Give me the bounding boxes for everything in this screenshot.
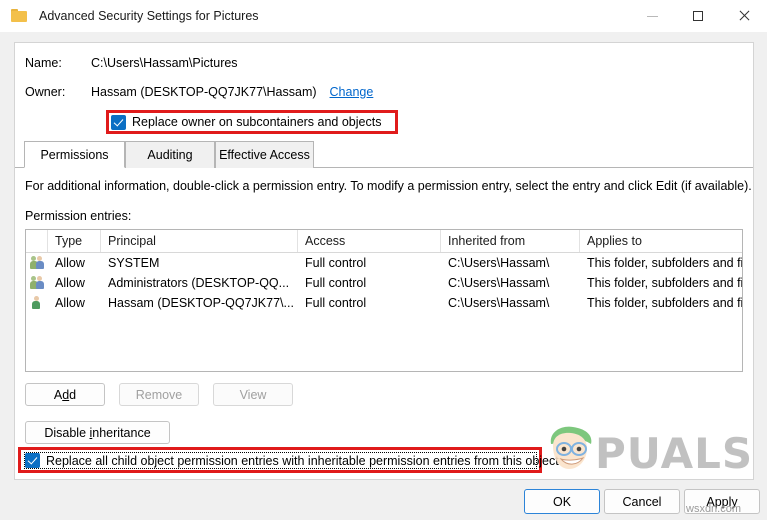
title-bar: Advanced Security Settings for Pictures xyxy=(0,0,767,32)
tab-effective-access-label: Effective Access xyxy=(219,148,310,162)
group-icon xyxy=(26,253,48,273)
remove-button: Remove xyxy=(119,383,199,406)
cell-principal: Administrators (DESKTOP-QQ... xyxy=(108,276,290,290)
column-header-type[interactable]: Type xyxy=(48,230,101,252)
column-header-applies-to[interactable]: Applies to xyxy=(580,230,742,252)
cell-principal: SYSTEM xyxy=(108,256,160,270)
ok-button[interactable]: OK xyxy=(524,489,600,514)
user-icon xyxy=(26,293,48,313)
close-button[interactable] xyxy=(721,0,767,32)
owner-label: Owner: xyxy=(25,85,66,99)
cell-applies-to: This folder, subfolders and files xyxy=(587,256,742,270)
dialog-content-panel: Name: C:\Users\Hassam\Pictures Owner: Ha… xyxy=(14,42,754,480)
cell-type: Allow xyxy=(55,296,85,310)
replace-owner-label: Replace owner on subcontainers and objec… xyxy=(132,115,382,129)
cancel-button-label: Cancel xyxy=(622,494,662,509)
tab-auditing-label: Auditing xyxy=(147,148,193,162)
checkbox-checked-icon[interactable] xyxy=(111,114,126,130)
cancel-button[interactable]: Cancel xyxy=(604,489,680,514)
view-button-label: View xyxy=(239,387,267,402)
table-row[interactable]: Allow Administrators (DESKTOP-QQ... Full… xyxy=(26,273,742,293)
window-title: Advanced Security Settings for Pictures xyxy=(39,9,259,23)
advanced-security-settings-window: Advanced Security Settings for Pictures … xyxy=(0,0,767,520)
name-value: C:\Users\Hassam\Pictures xyxy=(91,56,238,70)
apply-button-label: Apply xyxy=(706,494,738,509)
column-header-access[interactable]: Access xyxy=(298,230,441,252)
column-header-inherited-from[interactable]: Inherited from xyxy=(441,230,580,252)
cell-access: Full control xyxy=(305,276,367,290)
owner-row: Owner: Hassam (DESKTOP-QQ7JK77\Hassam) C… xyxy=(25,85,373,99)
name-label: Name: xyxy=(25,56,62,70)
close-icon xyxy=(738,10,750,22)
cell-access: Full control xyxy=(305,296,367,310)
column-header-icon xyxy=(26,230,48,252)
disable-inheritance-button[interactable]: Disable inheritance xyxy=(25,421,170,444)
tab-permissions[interactable]: Permissions xyxy=(24,141,125,168)
ok-button-label: OK xyxy=(552,494,572,509)
tab-strip: Auditing Effective Access Permissions xyxy=(15,141,753,168)
tab-auditing[interactable]: Auditing xyxy=(125,141,215,168)
permission-table-header: Type Principal Access Inherited from App… xyxy=(26,230,742,253)
cell-type: Allow xyxy=(55,256,85,270)
table-row[interactable]: Allow SYSTEM Full control C:\Users\Hassa… xyxy=(26,253,742,273)
remove-button-label: Remove xyxy=(135,387,183,402)
permission-entries-list[interactable]: Type Principal Access Inherited from App… xyxy=(25,229,743,372)
apply-button[interactable]: Apply xyxy=(684,489,760,514)
owner-value: Hassam (DESKTOP-QQ7JK77\Hassam) xyxy=(91,85,317,99)
checkbox-checked-icon[interactable] xyxy=(25,453,40,468)
add-button[interactable]: Add xyxy=(25,383,105,406)
table-row[interactable]: Allow Hassam (DESKTOP-QQ7JK77\... Full c… xyxy=(26,293,742,313)
replace-child-permissions-checkbox[interactable]: Replace all child object permission entr… xyxy=(25,452,559,469)
column-header-principal[interactable]: Principal xyxy=(101,230,298,252)
minimize-icon xyxy=(646,15,658,17)
tab-permissions-label: Permissions xyxy=(40,147,109,162)
cell-principal: Hassam (DESKTOP-QQ7JK77\... xyxy=(108,296,294,310)
cell-inherited-from: C:\Users\Hassam\ xyxy=(448,296,550,310)
folder-icon xyxy=(11,9,28,23)
cell-type: Allow xyxy=(55,276,85,290)
minimize-button[interactable] xyxy=(629,0,675,32)
cell-access: Full control xyxy=(305,256,367,270)
info-text: For additional information, double-click… xyxy=(25,179,752,193)
tab-effective-access[interactable]: Effective Access xyxy=(215,141,314,168)
name-row: Name: C:\Users\Hassam\Pictures xyxy=(25,56,238,70)
group-icon xyxy=(26,273,48,293)
replace-owner-checkbox[interactable]: Replace owner on subcontainers and objec… xyxy=(111,114,381,130)
permission-entries-label: Permission entries: xyxy=(25,209,132,223)
owner-change-link[interactable]: Change xyxy=(330,85,374,99)
cell-applies-to: This folder, subfolders and files xyxy=(587,296,742,310)
replace-child-permissions-label: Replace all child object permission entr… xyxy=(46,453,559,468)
cell-inherited-from: C:\Users\Hassam\ xyxy=(448,256,550,270)
window-controls xyxy=(629,0,767,32)
cell-inherited-from: C:\Users\Hassam\ xyxy=(448,276,550,290)
maximize-icon xyxy=(693,11,703,21)
cell-applies-to: This folder, subfolders and files xyxy=(587,276,742,290)
maximize-button[interactable] xyxy=(675,0,721,32)
view-button: View xyxy=(213,383,293,406)
